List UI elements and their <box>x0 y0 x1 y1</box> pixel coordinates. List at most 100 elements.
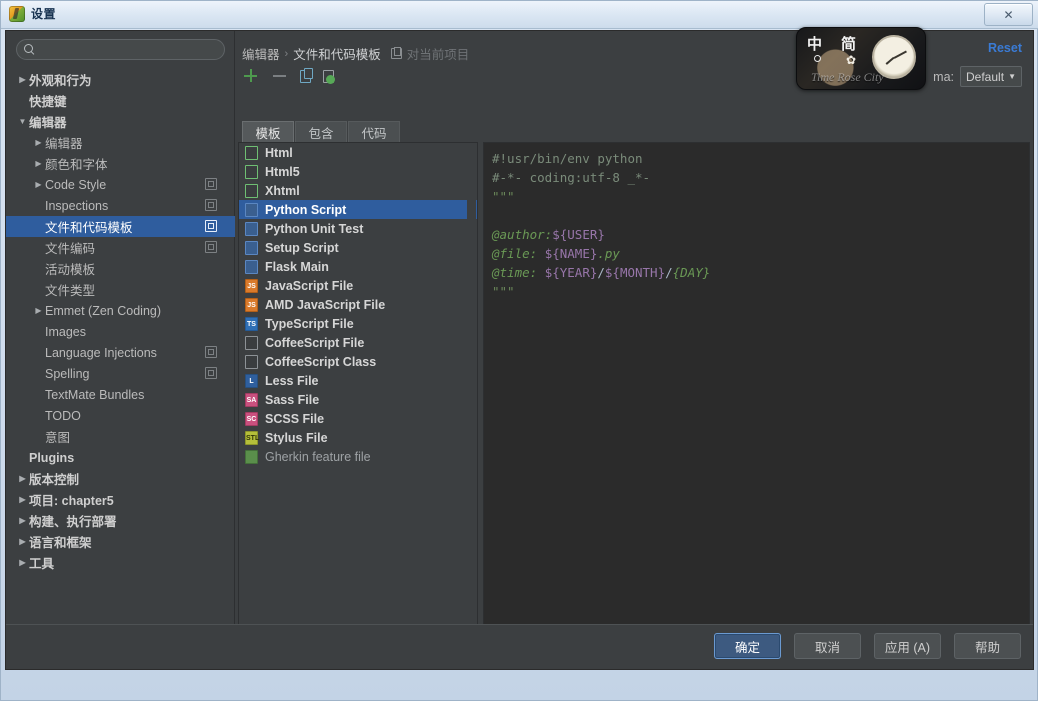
template-list-item-label: AMD JavaScript File <box>265 297 386 312</box>
template-list-item[interactable]: Xhtml <box>239 181 477 200</box>
sidebar-item[interactable]: TextMate Bundles <box>6 384 235 405</box>
ok-button[interactable]: 确定 <box>714 633 781 659</box>
settings-tree[interactable]: ▶ 外观和行为 快捷键 ▼ 编辑器 ▶ 编辑器 ▶ 颜色和字体 ▶ Code Style Inspec… <box>6 69 235 635</box>
minus-icon[interactable] <box>271 67 288 84</box>
sidebar-item-label: 文件和代码模板 <box>45 221 133 235</box>
chevron-right-icon[interactable]: ▶ <box>16 495 29 504</box>
template-list-item[interactable]: JS AMD JavaScript File <box>239 295 477 314</box>
ime-mode-label[interactable]: 简 <box>841 33 856 54</box>
tab-0[interactable]: 模板 <box>242 121 294 143</box>
template-list[interactable]: Html Html5 Xhtml Python Script Python Unit T… <box>239 143 477 466</box>
sidebar-item-label: 活动模板 <box>45 263 96 277</box>
close-icon[interactable]: ✕ <box>984 3 1033 26</box>
tab-1[interactable]: 包含 <box>295 121 347 143</box>
breadcrumb-root[interactable]: 编辑器 <box>242 44 280 63</box>
template-list-item[interactable]: Python Script <box>239 200 477 219</box>
template-list-item[interactable]: CoffeeScript File <box>239 333 477 352</box>
code-token: ${USER} <box>552 227 605 242</box>
template-list-item[interactable]: Html5 <box>239 162 477 181</box>
template-list-item[interactable]: Gherkin feature file <box>239 447 477 466</box>
sidebar-item[interactable]: ▶ 构建、执行部署 <box>6 510 235 531</box>
circle-icon[interactable] <box>814 55 821 62</box>
sidebar-item[interactable]: ▶ 语言和框架 <box>6 531 235 552</box>
search-input[interactable] <box>36 42 224 57</box>
chevron-right-icon[interactable]: ▶ <box>16 537 29 546</box>
chevron-right-icon[interactable]: ▶ <box>32 159 45 168</box>
template-list-item-label: Gherkin feature file <box>265 449 371 464</box>
dialog-footer: 确定 取消 应用 (A) 帮助 <box>6 624 1033 669</box>
sidebar-item[interactable]: ▶ 项目: chapter5 <box>6 489 235 510</box>
sidebar-item[interactable]: Images <box>6 321 235 342</box>
sidebar-item[interactable]: 文件编码 <box>6 237 235 258</box>
footer-buttons[interactable]: 确定 取消 应用 (A) 帮助 <box>714 633 1021 659</box>
template-list-item[interactable]: SA Sass File <box>239 390 477 409</box>
code-line: @file: ${NAME}.py <box>492 244 1021 263</box>
reset-link[interactable]: Reset <box>988 41 1022 55</box>
intellij-idea-icon <box>9 5 25 22</box>
breadcrumb-scope-label: 对当前项目 <box>406 48 470 62</box>
template-list-item[interactable]: Flask Main <box>239 257 477 276</box>
template-list-item[interactable]: SC SCSS File <box>239 409 477 428</box>
template-list-item[interactable]: TS TypeScript File <box>239 314 477 333</box>
sidebar-item[interactable]: Spelling <box>6 363 235 384</box>
sidebar-item[interactable]: 快捷键 <box>6 90 235 111</box>
scheme-select[interactable]: Default ▼ <box>960 66 1022 87</box>
chevron-right-icon[interactable]: ▶ <box>32 138 45 147</box>
code-token: """ <box>492 189 515 204</box>
ime-floating-bar[interactable]: 中 简 ✿ Time Rose City <box>796 27 926 90</box>
apply-button[interactable]: 应用 (A) <box>874 633 941 659</box>
template-list-item[interactable]: Setup Script <box>239 238 477 257</box>
sidebar-item-label: TextMate Bundles <box>45 387 145 402</box>
chevron-right-icon[interactable]: ▶ <box>16 75 29 84</box>
template-list-item[interactable]: Html <box>239 143 477 162</box>
sidebar-item[interactable]: Language Injections <box>6 342 235 363</box>
scope-badge-icon <box>205 199 217 211</box>
template-list-item[interactable]: CoffeeScript Class <box>239 352 477 371</box>
template-list-item[interactable]: Python Unit Test <box>239 219 477 238</box>
search-box[interactable] <box>16 39 225 60</box>
stylus-file-icon: STL <box>245 430 259 445</box>
scheme-select-value: Default <box>966 69 1005 84</box>
sidebar-item[interactable]: ▶ 版本控制 <box>6 468 235 489</box>
sidebar-item[interactable]: Inspections <box>6 195 235 216</box>
tab-2[interactable]: 代码 <box>348 121 400 143</box>
sidebar-item[interactable]: ▶ 工具 <box>6 552 235 573</box>
typescript-file-icon: TS <box>245 316 258 331</box>
plus-icon[interactable] <box>242 67 259 84</box>
template-list-item[interactable]: JS JavaScript File <box>239 276 477 295</box>
sidebar-item[interactable]: 文件和代码模板 <box>6 216 235 237</box>
sidebar-item-label: Inspections <box>45 198 109 213</box>
sidebar-item[interactable]: 文件类型 <box>6 279 235 300</box>
chevron-right-icon[interactable]: ▶ <box>32 306 45 315</box>
template-tabs[interactable]: 模板 包含 代码 <box>242 121 401 143</box>
template-editor[interactable]: #!usr/bin/env python #-*- coding:utf-8 _*… <box>483 142 1030 627</box>
chevron-right-icon[interactable]: ▶ <box>32 180 45 189</box>
copy-icon[interactable] <box>300 68 313 83</box>
chevron-right-icon[interactable]: ▶ <box>16 558 29 567</box>
scheme-label: ma: <box>933 69 954 84</box>
chevron-right-icon[interactable]: ▶ <box>16 516 29 525</box>
settings-sidebar: ▶ 外观和行为 快捷键 ▼ 编辑器 ▶ 编辑器 ▶ 颜色和字体 ▶ Code Style Inspec… <box>6 31 235 636</box>
help-button[interactable]: 帮助 <box>954 633 1021 659</box>
sidebar-item[interactable]: 意图 <box>6 426 235 447</box>
template-list-item[interactable]: STL Stylus File <box>239 428 477 447</box>
template-list-scrollbar[interactable] <box>467 144 476 626</box>
sidebar-item[interactable]: ▶ 编辑器 <box>6 132 235 153</box>
sidebar-item[interactable]: Plugins <box>6 447 235 468</box>
sidebar-item[interactable]: 活动模板 <box>6 258 235 279</box>
export-icon[interactable] <box>323 70 335 84</box>
sidebar-item[interactable]: ▶ 外观和行为 <box>6 69 235 90</box>
sidebar-item[interactable]: TODO <box>6 405 235 426</box>
sidebar-item[interactable]: ▼ 编辑器 <box>6 111 235 132</box>
cancel-button[interactable]: 取消 <box>794 633 861 659</box>
sidebar-item[interactable]: ▶ Emmet (Zen Coding) <box>6 300 235 321</box>
sidebar-item[interactable]: ▶ 颜色和字体 <box>6 153 235 174</box>
ime-language-label[interactable]: 中 <box>807 33 822 54</box>
template-list-item[interactable]: L Less File <box>239 371 477 390</box>
chevron-right-icon[interactable]: ▶ <box>16 474 29 483</box>
template-list-panel[interactable]: Html Html5 Xhtml Python Script Python Unit T… <box>238 142 478 627</box>
sidebar-item[interactable]: ▶ Code Style <box>6 174 235 195</box>
chevron-down-icon[interactable]: ▼ <box>16 117 29 126</box>
code-area[interactable]: #!usr/bin/env python #-*- coding:utf-8 _*… <box>484 143 1029 307</box>
gear-icon[interactable]: ✿ <box>845 54 857 66</box>
